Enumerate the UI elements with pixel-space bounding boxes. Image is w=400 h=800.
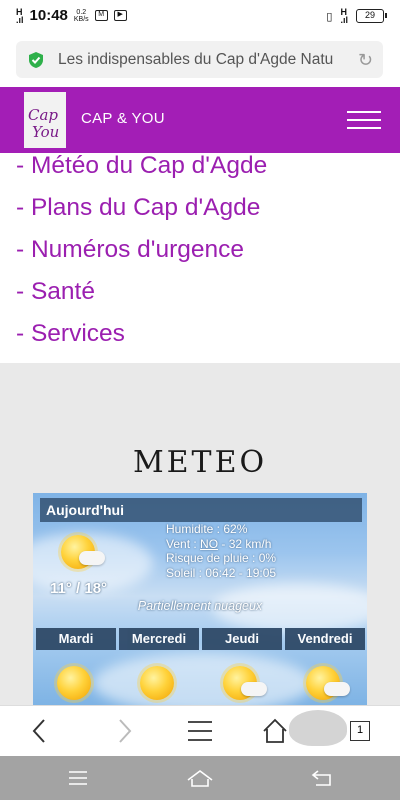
reload-icon[interactable]: ↻ — [358, 50, 373, 71]
recents-icon[interactable] — [68, 770, 88, 786]
humidity: Humidite : 62% — [166, 522, 248, 536]
logo-line1: Cap — [28, 106, 59, 124]
network-speed: 0.2 KB/s — [74, 9, 89, 23]
today-label: Aujourd'hui — [46, 502, 124, 518]
incognito-mask-icon — [289, 710, 347, 746]
home-icon[interactable] — [262, 718, 288, 744]
sky-cloud — [93, 653, 313, 708]
vibrate-icon: ▯ — [326, 10, 333, 23]
link-meteo[interactable]: - Météo du Cap d'Agde — [16, 148, 386, 190]
day-tab[interactable]: Mercredi — [119, 628, 199, 650]
wind-direction: NO — [200, 536, 219, 551]
battery-level: 29 — [364, 10, 375, 20]
sun-icon — [57, 666, 91, 700]
clock: 10:48 — [29, 7, 68, 24]
day-tab[interactable]: Jeudi — [202, 628, 282, 650]
link-list: - Météo du Cap d'Agde - Plans du Cap d'A… — [16, 148, 386, 358]
network-speed-unit: KB/s — [73, 15, 89, 23]
sun-icon — [140, 666, 174, 700]
logo-line2: You — [32, 123, 60, 141]
tab-switcher-button[interactable]: 1 — [350, 721, 370, 741]
day-tab[interactable]: Mardi — [36, 628, 116, 650]
signal-icon: H .ıl — [16, 6, 24, 25]
meteo-heading: METEO — [132, 445, 268, 480]
signal-icon-right: H .ıl — [340, 7, 348, 25]
cloud-icon — [324, 682, 350, 696]
forecast-days: Mardi Mercredi Jeudi Vendredi — [36, 628, 366, 650]
url-text[interactable]: Les indispensables du Cap d'Agde Natu — [58, 51, 350, 69]
status-bar: H .ıl 10:48 0.2 KB/s M ▶ ▯ H .ıl 29 — [0, 0, 400, 32]
link-plans[interactable]: - Plans du Cap d'Agde — [16, 190, 386, 232]
screen: H .ıl 10:48 0.2 KB/s M ▶ ▯ H .ıl 29 Les in… — [0, 0, 400, 800]
sun-times: Soleil : 06:42 - 19:05 — [166, 565, 277, 580]
battery-icon: 29 — [356, 9, 387, 23]
cloud-icon — [79, 551, 105, 565]
weather-details: Humidite : 62% Vent : NO - 32 km/h Risqu… — [166, 522, 276, 580]
network-speed-value: 0.2 — [76, 8, 87, 16]
mail-icon: M — [94, 10, 108, 21]
weather-widget[interactable]: Aujourd'hui Humidite : 62% Vent : NO - 3… — [33, 493, 367, 708]
wind-prefix: Vent : — [166, 536, 201, 551]
back-nav-icon[interactable] — [311, 769, 333, 787]
system-nav-bar — [0, 756, 400, 800]
link-urgence[interactable]: - Numéros d'urgence — [16, 232, 386, 274]
wind-speed: - 32 km/h — [218, 536, 272, 551]
home-nav-icon[interactable] — [186, 768, 214, 788]
temperature: 11° / 18° — [50, 580, 108, 597]
forward-icon[interactable] — [114, 718, 134, 744]
link-sante[interactable]: - Santé — [16, 274, 386, 316]
back-icon[interactable] — [30, 718, 50, 744]
wind: Vent : NO - 32 km/h — [166, 537, 276, 552]
condition: Partiellement nuageux — [137, 599, 263, 613]
site-logo[interactable]: Cap You — [24, 92, 66, 148]
site-header: Cap You CAP & YOU — [0, 87, 400, 153]
site-brand[interactable]: CAP & YOU — [81, 110, 165, 127]
cloud-icon — [241, 682, 267, 696]
browser-toolbar: 1 — [0, 705, 400, 756]
secure-shield-icon — [29, 52, 43, 68]
day-tab[interactable]: Vendredi — [285, 628, 365, 650]
link-services[interactable]: - Services — [16, 316, 386, 358]
rain-risk: Risque de pluie : 0% — [166, 551, 277, 565]
menu-icon[interactable] — [187, 720, 213, 742]
address-bar[interactable]: Les indispensables du Cap d'Agde Natu ↻ — [16, 41, 383, 78]
hamburger-menu-icon[interactable] — [347, 111, 381, 129]
video-icon: ▶ — [113, 10, 127, 21]
